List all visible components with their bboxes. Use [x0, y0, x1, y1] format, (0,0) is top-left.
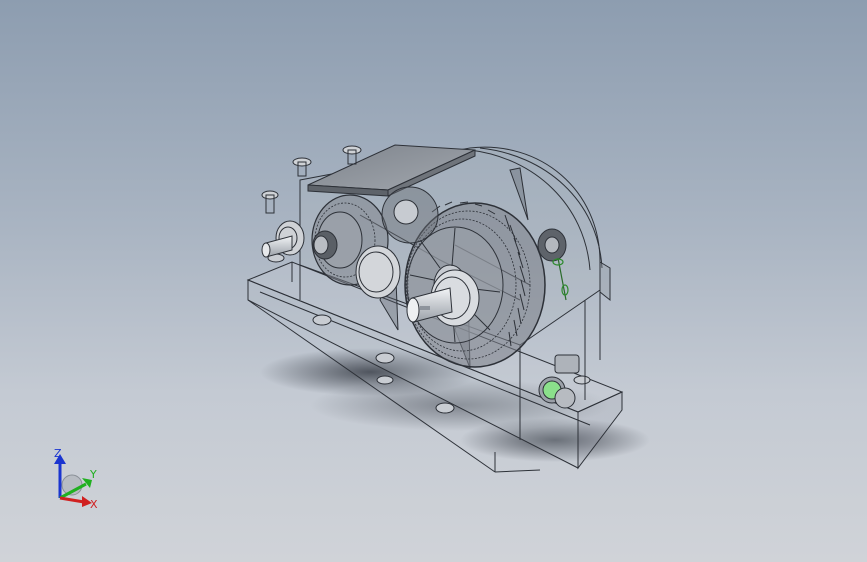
- z-axis-label: Z: [54, 447, 62, 460]
- gearbox-model[interactable]: [0, 0, 867, 562]
- 3d-viewport[interactable]: Z Y X: [0, 0, 867, 562]
- x-axis: [59, 496, 85, 504]
- x-axis-label: X: [90, 498, 98, 511]
- y-axis-label: Y: [90, 468, 97, 481]
- coordinate-triad: Z Y X: [40, 440, 110, 520]
- input-gear[interactable]: [312, 230, 338, 260]
- triad-axes: [54, 454, 92, 507]
